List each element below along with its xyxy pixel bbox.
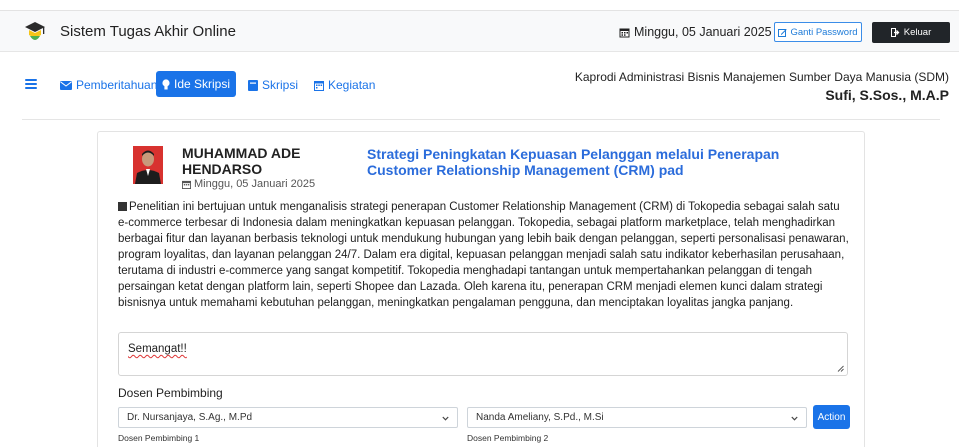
sign-out-icon <box>890 28 900 37</box>
avatar <box>133 146 163 184</box>
pembimbing-1-value: Dr. Nursanjaya, S.Ag., M.Pd <box>127 412 253 423</box>
nav-item-skripsi[interactable]: Skripsi <box>248 75 298 95</box>
pembimbing-2-value: Nanda Ameliany, S.Pd., M.Si <box>476 412 604 423</box>
graduation-cap-icon[interactable] <box>24 20 46 44</box>
chevron-down-icon <box>791 416 798 421</box>
pembimbing-1-select[interactable]: Dr. Nursanjaya, S.Ag., M.Pd <box>118 407 458 428</box>
nav-item-label: Pemberitahuan <box>76 78 158 92</box>
idea-card: MUHAMMAD ADE HENDARSO Minggu, 05 Januari… <box>97 131 865 447</box>
comment-text: Semangat!! <box>128 343 187 355</box>
document-icon <box>118 202 127 211</box>
dosen-pembimbing-label: Dosen Pembimbing <box>118 386 223 400</box>
menu-toggle-icon[interactable] <box>25 79 37 89</box>
header-date-text: Minggu, 05 Januari 2025 <box>634 25 772 39</box>
edit-icon <box>778 28 788 37</box>
post-date: Minggu, 05 Januari 2025 <box>182 178 315 190</box>
nav-item-ide-skripsi[interactable]: Ide Skripsi <box>156 71 236 97</box>
change-password-label: Ganti Password <box>790 26 858 38</box>
nav-item-label: Skripsi <box>262 78 299 92</box>
student-name: MUHAMMAD ADE HENDARSO <box>182 145 301 177</box>
nav-item-label: Ide Skripsi <box>173 77 231 91</box>
calendar-icon <box>619 28 630 37</box>
top-navbar: Sistem Tugas Akhir Online Minggu, 05 Jan… <box>0 10 959 52</box>
pembimbing-2-select[interactable]: Nanda Ameliany, S.Pd., M.Si <box>467 407 807 428</box>
calendar-icon <box>314 80 324 91</box>
chevron-down-icon <box>442 416 449 421</box>
action-button[interactable]: Action <box>813 405 850 429</box>
envelope-icon <box>60 80 72 90</box>
app-title[interactable]: Sistem Tugas Akhir Online <box>60 23 236 40</box>
logout-button[interactable]: Keluar <box>872 22 950 43</box>
comment-textarea[interactable]: Semangat!! <box>118 332 848 376</box>
calendar-icon <box>182 180 191 189</box>
logout-label: Keluar <box>903 27 932 38</box>
lightbulb-icon <box>162 78 170 89</box>
nav-item-kegiatan[interactable]: Kegiatan <box>314 75 375 95</box>
header-date: Minggu, 05 Januari 2025 <box>619 25 772 39</box>
post-date-text: Minggu, 05 Januari 2025 <box>194 178 316 190</box>
pembimbing-2-caption: Dosen Pembimbing 2 <box>467 433 549 443</box>
resize-handle-icon[interactable] <box>837 365 844 372</box>
user-name: Sufi, S.Sos., M.A.P <box>825 87 949 103</box>
idea-description: Penelitian ini bertujuan untuk menganali… <box>118 199 853 311</box>
user-role: Kaprodi Administrasi Bisnis Manajemen Su… <box>574 70 949 84</box>
divider <box>22 119 940 120</box>
idea-description-text: Penelitian ini bertujuan untuk menganali… <box>118 201 849 309</box>
nav-item-pemberitahuan[interactable]: Pemberitahuan <box>60 75 157 95</box>
idea-title[interactable]: Strategi Peningkatan Kepuasan Pelanggan … <box>367 146 837 178</box>
pembimbing-1-caption: Dosen Pembimbing 1 <box>118 433 200 443</box>
nav-item-label: Kegiatan <box>328 78 376 92</box>
change-password-button[interactable]: Ganti Password <box>774 22 862 42</box>
book-icon <box>248 79 258 91</box>
